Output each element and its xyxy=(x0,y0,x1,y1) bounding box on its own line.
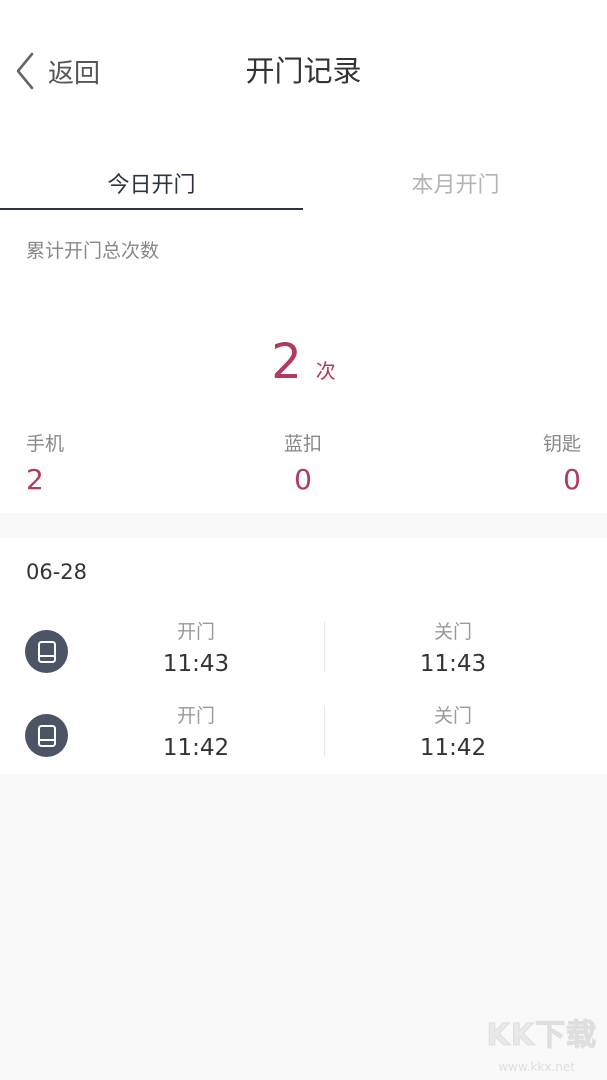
open-time: 11:42 xyxy=(162,735,230,761)
close-time: 11:42 xyxy=(419,735,487,761)
close-time: 11:43 xyxy=(419,651,487,677)
close-column: 关门 11:43 xyxy=(373,618,533,682)
record-row[interactable]: 开门 11:42 关门 11:42 xyxy=(0,700,607,770)
tab-month[interactable]: 本月开门 xyxy=(304,160,607,210)
tab-bar: 今日开门 本月开门 xyxy=(0,160,607,210)
stat-key-value: 0 xyxy=(563,463,581,496)
open-label: 开门 xyxy=(176,705,215,727)
stat-phone-label: 手机 xyxy=(26,433,65,455)
close-column: 关门 11:42 xyxy=(373,702,533,766)
open-column: 开门 11:42 xyxy=(116,702,276,766)
header: 返回 开门记录 xyxy=(0,0,607,140)
page-title: 开门记录 xyxy=(245,54,362,88)
stat-bluetooth-label: 蓝扣 xyxy=(283,433,322,455)
phone-device-icon xyxy=(25,714,68,757)
record-date: 06-28 xyxy=(26,560,88,584)
phone-device-icon xyxy=(25,630,68,673)
stat-key-label: 钥匙 xyxy=(542,433,581,455)
record-row[interactable]: 开门 11:43 关门 11:43 xyxy=(0,616,607,686)
stat-phone-value: 2 xyxy=(26,463,44,496)
total-count: 2次 xyxy=(0,332,607,392)
stat-phone: 手机 2 xyxy=(26,430,64,500)
tab-today[interactable]: 今日开门 xyxy=(0,160,303,210)
watermark-logo: KK下载 www.kkx.net xyxy=(477,1002,597,1075)
close-label: 关门 xyxy=(433,705,472,727)
summary-section: 返回 开门记录 今日开门 本月开门 累计开门总次数 2次 手机 2 蓝扣 0 钥… xyxy=(0,0,607,513)
stat-bluetooth: 蓝扣 0 xyxy=(243,430,363,500)
record-list: 06-28 开门 11:43 关门 11:43 开门 11:42 关门 11:4… xyxy=(0,538,607,774)
open-time: 11:43 xyxy=(162,651,230,677)
open-label: 开门 xyxy=(176,621,215,643)
watermark-text: KK下载 xyxy=(486,1018,597,1054)
watermark-url: www.kkx.net xyxy=(498,1060,575,1074)
close-label: 关门 xyxy=(433,621,472,643)
total-count-label: 累计开门总次数 xyxy=(26,240,160,262)
column-divider xyxy=(324,622,325,672)
total-count-value: 2 xyxy=(271,334,302,390)
open-column: 开门 11:43 xyxy=(116,618,276,682)
stat-key: 钥匙 0 xyxy=(543,430,581,500)
stat-bluetooth-value: 0 xyxy=(294,463,312,496)
total-count-unit: 次 xyxy=(315,359,336,383)
column-divider xyxy=(324,706,325,756)
